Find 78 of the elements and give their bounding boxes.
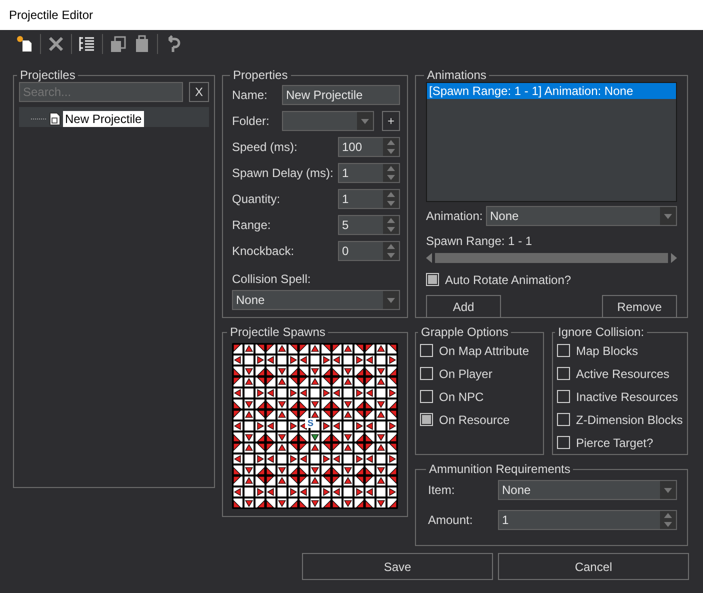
collision-spell-dropdown[interactable]: None bbox=[232, 290, 400, 310]
spawn-grid-drawing[interactable] bbox=[232, 343, 398, 509]
list-icon[interactable] bbox=[78, 35, 96, 53]
spinner-arrows-icon bbox=[386, 139, 396, 155]
number-field[interactable]: 0 bbox=[338, 241, 400, 261]
group-title: Properties bbox=[232, 68, 289, 82]
number-field[interactable]: 5 bbox=[338, 215, 400, 235]
checkbox[interactable] bbox=[557, 436, 570, 449]
checkbox-label: Pierce Target? bbox=[576, 436, 654, 450]
group-title: Grapple Options bbox=[420, 325, 510, 339]
checkbox[interactable] bbox=[557, 367, 570, 380]
number-field[interactable]: 1 bbox=[338, 189, 400, 209]
animation-dropdown[interactable]: None bbox=[486, 206, 677, 226]
spinner-arrows-icon bbox=[386, 217, 396, 233]
checkbox-label: Map Blocks bbox=[576, 344, 638, 358]
checkbox-label: On Player bbox=[439, 366, 492, 380]
spawn-marker: S bbox=[305, 418, 316, 428]
window-title: Projectile Editor bbox=[9, 8, 94, 22]
number-field[interactable]: 1 bbox=[338, 163, 400, 183]
spinner-arrows-icon bbox=[386, 243, 396, 259]
scroll-right-icon[interactable] bbox=[671, 253, 677, 263]
action-button[interactable]: Add bbox=[426, 295, 501, 318]
dropdown-arrow-icon bbox=[664, 214, 672, 218]
field-label: Item: bbox=[428, 483, 455, 497]
checkbox-label: Active Resources bbox=[576, 366, 670, 380]
checkbox-label: On NPC bbox=[439, 390, 484, 404]
name-field[interactable]: New Projectile bbox=[282, 85, 400, 105]
dropdown-arrow-icon bbox=[387, 298, 395, 302]
field-label: Collision Spell: bbox=[232, 272, 311, 286]
list-item[interactable]: [Spawn Range: 1 - 1] Animation: None bbox=[427, 83, 676, 99]
spinner-arrows-icon bbox=[663, 512, 673, 528]
scroll-left-icon[interactable] bbox=[426, 253, 432, 263]
field-label: Spawn Delay (ms): bbox=[232, 166, 334, 180]
spinner-arrows-icon bbox=[386, 165, 396, 181]
spawn-range-scrollbar[interactable] bbox=[426, 252, 677, 264]
field-label: Range: bbox=[232, 218, 271, 232]
field-label: Speed (ms): bbox=[232, 140, 298, 154]
number-field[interactable]: 100 bbox=[338, 137, 400, 157]
tree-line-icon bbox=[31, 118, 47, 120]
checkbox[interactable] bbox=[420, 367, 433, 380]
field-label: Animation: bbox=[426, 209, 483, 223]
add-folder-button[interactable]: + bbox=[382, 111, 400, 131]
clear-search-button[interactable]: X bbox=[189, 82, 209, 102]
field-label: Quantity: bbox=[232, 192, 280, 206]
group-title: Projectile Spawns bbox=[229, 325, 326, 339]
checkbox[interactable] bbox=[420, 344, 433, 357]
group-title: Ignore Collision: bbox=[557, 325, 646, 339]
checkbox[interactable] bbox=[557, 413, 570, 426]
new-file-icon[interactable] bbox=[16, 35, 34, 53]
dropdown-arrow-icon bbox=[664, 488, 672, 492]
checkbox-label: On Map Attribute bbox=[439, 344, 530, 358]
dialog-button[interactable]: Save bbox=[302, 553, 493, 580]
field-label: Name: bbox=[232, 88, 268, 102]
group-title: Projectiles bbox=[19, 68, 76, 82]
checkbox-label: On Resource bbox=[439, 412, 510, 426]
field-label: Amount: bbox=[428, 513, 473, 527]
animation-list[interactable]: [Spawn Range: 1 - 1] Animation: None bbox=[426, 82, 677, 202]
tree-item[interactable]: New Projectile bbox=[63, 111, 144, 127]
file-icon bbox=[49, 112, 61, 126]
checkbox[interactable] bbox=[426, 273, 439, 286]
checkbox[interactable] bbox=[420, 390, 433, 403]
dialog-button[interactable]: Cancel bbox=[498, 553, 689, 580]
group-title: Ammunition Requirements bbox=[428, 462, 572, 476]
action-button[interactable]: Remove bbox=[602, 295, 677, 318]
group-title: Animations bbox=[426, 68, 488, 82]
checkbox-label: Auto Rotate Animation? bbox=[445, 272, 572, 286]
checkbox-label: Inactive Resources bbox=[576, 390, 678, 404]
field-label: Knockback: bbox=[232, 244, 294, 258]
checkbox[interactable] bbox=[557, 344, 570, 357]
checkbox[interactable] bbox=[557, 390, 570, 403]
spinner-arrows-icon bbox=[386, 191, 396, 207]
amount-field[interactable]: 1 bbox=[498, 510, 677, 530]
field-label: Folder: bbox=[232, 114, 270, 128]
item-dropdown[interactable]: None bbox=[498, 480, 677, 500]
dropdown-arrow-icon bbox=[361, 118, 369, 124]
checkbox-label: Z-Dimension Blocks bbox=[576, 412, 683, 426]
checkbox[interactable] bbox=[420, 413, 433, 426]
spawn-range-label: Spawn Range: 1 - 1 bbox=[426, 234, 532, 248]
